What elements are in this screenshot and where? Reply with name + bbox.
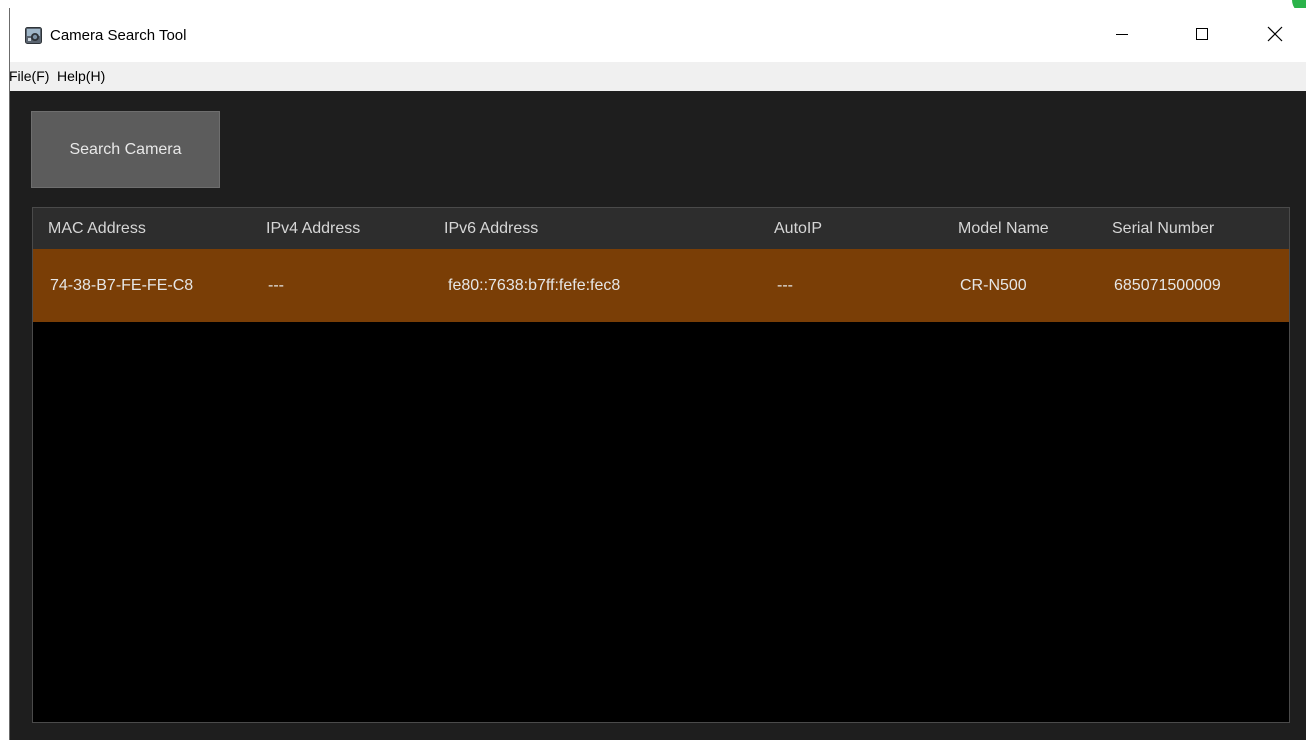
menu-file[interactable]: File(F) bbox=[9, 67, 49, 85]
cell-mac: 74-38-B7-FE-FE-C8 bbox=[50, 277, 194, 294]
main-content: Search Camera MAC Address IPv4 Address I… bbox=[10, 91, 1306, 740]
table-header: MAC Address IPv4 Address IPv6 Address Au… bbox=[33, 208, 1289, 249]
minimize-icon bbox=[1115, 27, 1129, 46]
window-title: Camera Search Tool bbox=[50, 27, 187, 44]
column-header-ipv6[interactable]: IPv6 Address bbox=[444, 219, 538, 239]
cell-serial: 685071500009 bbox=[1114, 277, 1221, 294]
column-header-serial[interactable]: Serial Number bbox=[1112, 219, 1214, 239]
title-bar[interactable]: Camera Search Tool bbox=[10, 8, 1306, 62]
close-icon bbox=[1267, 26, 1283, 47]
camera-app-icon bbox=[25, 27, 42, 44]
camera-table: MAC Address IPv4 Address IPv6 Address Au… bbox=[32, 207, 1290, 723]
maximize-icon bbox=[1195, 27, 1209, 46]
menu-bar: File(F) Help(H) bbox=[9, 62, 1306, 91]
minimize-button[interactable] bbox=[1102, 20, 1142, 52]
cell-ipv6: fe80::7638:b7ff:fefe:fec8 bbox=[448, 277, 621, 294]
column-header-autoip[interactable]: AutoIP bbox=[774, 219, 822, 239]
column-header-model[interactable]: Model Name bbox=[958, 219, 1049, 239]
column-header-mac[interactable]: MAC Address bbox=[48, 219, 146, 239]
cell-ipv4: --- bbox=[268, 277, 284, 294]
maximize-button[interactable] bbox=[1182, 20, 1222, 52]
table-row[interactable]: 74-38-B7-FE-FE-C8 --- fe80::7638:b7ff:fe… bbox=[33, 249, 1289, 322]
cell-model: CR-N500 bbox=[960, 277, 1027, 294]
close-button[interactable] bbox=[1255, 20, 1295, 52]
cell-autoip: --- bbox=[777, 277, 793, 294]
menu-help[interactable]: Help(H) bbox=[57, 67, 105, 85]
column-header-ipv4[interactable]: IPv4 Address bbox=[266, 219, 360, 239]
search-camera-button[interactable]: Search Camera bbox=[31, 111, 220, 188]
app-window: Camera Search Tool File(F) Help(H) Searc… bbox=[9, 8, 1306, 740]
